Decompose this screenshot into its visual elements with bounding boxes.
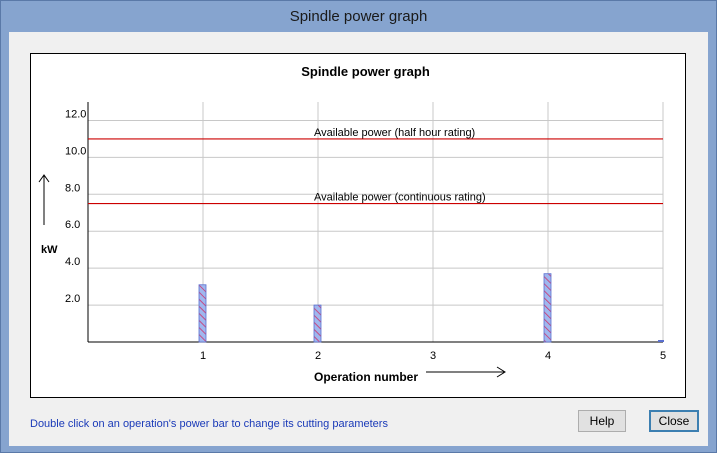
power-limit-label: Available power (half hour rating) bbox=[314, 127, 475, 139]
dialog-window: Spindle power graph Spindle power graph 2… bbox=[0, 0, 717, 453]
chart-frame: Spindle power graph 2.0 4.0 6.0 8.0 10.0 12.0 1… bbox=[30, 53, 686, 398]
y-tick-label: 2.0 bbox=[65, 293, 80, 305]
x-axis-label: Operation number bbox=[314, 370, 418, 384]
window-title: Spindle power graph bbox=[289, 8, 428, 25]
power-limit-label: Available power (continuous rating) bbox=[314, 192, 486, 204]
dialog-client-area: Spindle power graph 2.0 4.0 6.0 8.0 10.0 12.0 1… bbox=[9, 32, 708, 446]
y-tick-label: 8.0 bbox=[65, 182, 80, 194]
close-button[interactable]: Close bbox=[649, 410, 699, 432]
power-bar bbox=[198, 284, 207, 343]
x-tick-label: 4 bbox=[545, 350, 551, 362]
x-tick-label: 2 bbox=[315, 350, 321, 362]
x-tick-label: 1 bbox=[200, 350, 206, 362]
y-tick-label: 10.0 bbox=[65, 145, 86, 157]
power-bar bbox=[543, 273, 552, 343]
help-button[interactable]: Help bbox=[578, 410, 626, 432]
chart-title: Spindle power graph bbox=[301, 64, 430, 79]
power-bar bbox=[313, 304, 322, 343]
y-tick-label: 4.0 bbox=[65, 256, 80, 268]
power-chart: Spindle power graph 2.0 4.0 6.0 8.0 10.0 12.0 1… bbox=[38, 64, 666, 384]
x-tick-label: 3 bbox=[430, 350, 436, 362]
y-tick-label: 12.0 bbox=[65, 108, 86, 120]
hint-text: Double click on an operation's power bar… bbox=[30, 418, 388, 430]
y-axis-label: kW bbox=[41, 244, 58, 256]
y-tick-label: 6.0 bbox=[65, 219, 80, 231]
x-tick-label: 5 bbox=[660, 350, 666, 362]
